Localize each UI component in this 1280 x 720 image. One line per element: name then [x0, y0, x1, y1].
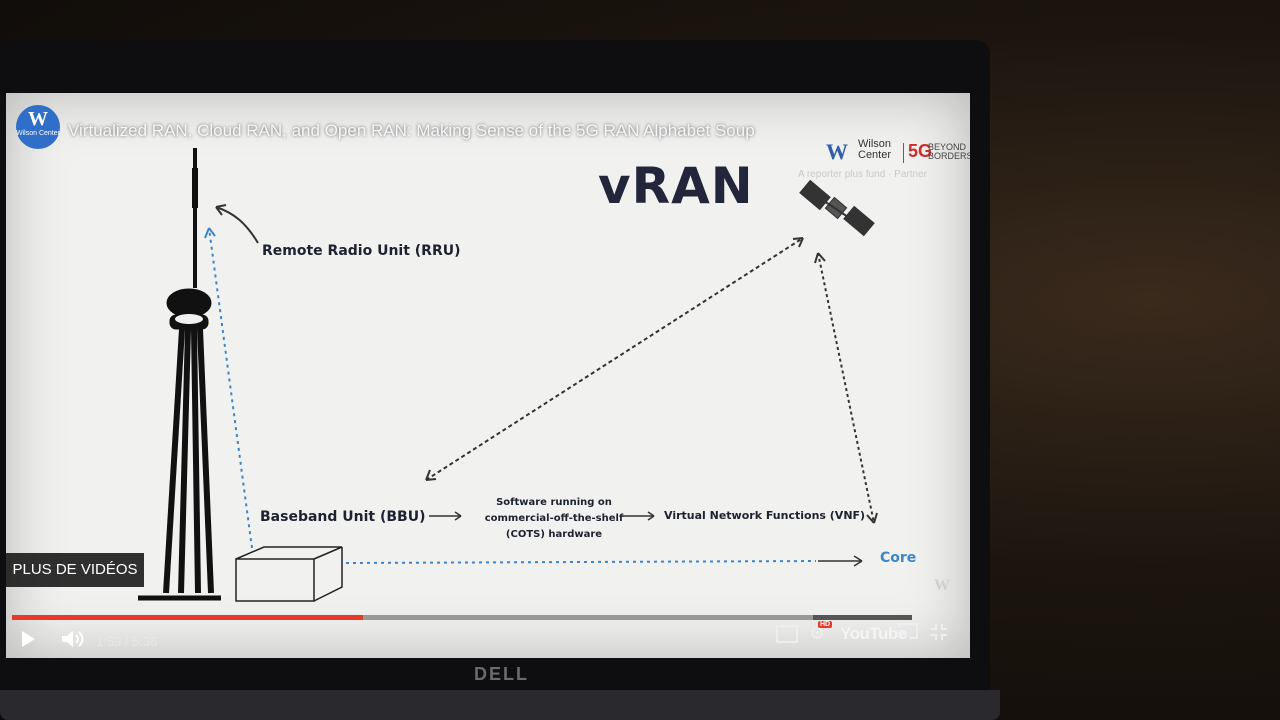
- rru-label: Remote Radio Unit (RRU): [262, 243, 461, 259]
- brand-divider: [903, 143, 904, 163]
- channel-logo-letter: W: [28, 108, 48, 130]
- cots-label-line: commercial-off-the-shelf: [484, 513, 624, 524]
- brand-name: Wilson Center: [858, 138, 892, 161]
- play-button[interactable]: [18, 629, 38, 649]
- cots-label-line: Software running on: [496, 497, 612, 508]
- wilson-center-logo: W: [826, 139, 848, 164]
- youtube-logo[interactable]: YouTube: [840, 624, 907, 644]
- channel-logo-text: Wilson Center: [16, 130, 60, 137]
- satellite-icon: [799, 179, 875, 237]
- progress-played: [12, 615, 363, 620]
- cots-label-line: (COTS) hardware: [505, 529, 603, 540]
- cell-tower-icon: [138, 148, 221, 601]
- cots-label: Software running on commercial-off-the-s…: [464, 495, 644, 543]
- buffer-bar: [363, 615, 813, 620]
- slide-heading: vRAN: [598, 157, 754, 215]
- core-label: Core: [880, 550, 917, 566]
- video-player[interactable]: W Wilson Center Virtualized RAN, Cloud R…: [6, 93, 970, 658]
- laptop-brand-logo: DELL: [474, 664, 529, 684]
- vnf-label: Virtual Network Functions (VNF): [664, 509, 866, 522]
- laptop-base: [0, 690, 1000, 720]
- bbu-box-icon: [235, 546, 343, 602]
- captions-button[interactable]: [776, 625, 798, 643]
- volume-icon: [62, 631, 84, 647]
- hd-badge: HD: [818, 621, 833, 628]
- fullscreen-button[interactable]: [930, 623, 948, 641]
- more-videos-button[interactable]: PLUS DE VIDÉOS: [6, 553, 144, 587]
- cast-button[interactable]: [898, 623, 918, 639]
- volume-button[interactable]: [60, 629, 86, 649]
- brand-subtitle: A reporter plus fund · Partner: [798, 169, 927, 180]
- play-icon: [22, 631, 35, 647]
- channel-logo[interactable]: W Wilson Center: [16, 105, 60, 149]
- bbu-label: Baseband Unit (BBU): [260, 509, 426, 525]
- video-title[interactable]: Virtualized RAN, Cloud RAN, and Open RAN…: [68, 121, 755, 141]
- time-display: 1:59 / 5:36: [96, 634, 158, 649]
- watermark-logo[interactable]: W: [934, 577, 950, 595]
- cast-icon: [898, 623, 918, 639]
- beyond-borders-logo: BEYOND BORDERS: [928, 142, 970, 161]
- fullscreen-exit-icon: [931, 624, 947, 640]
